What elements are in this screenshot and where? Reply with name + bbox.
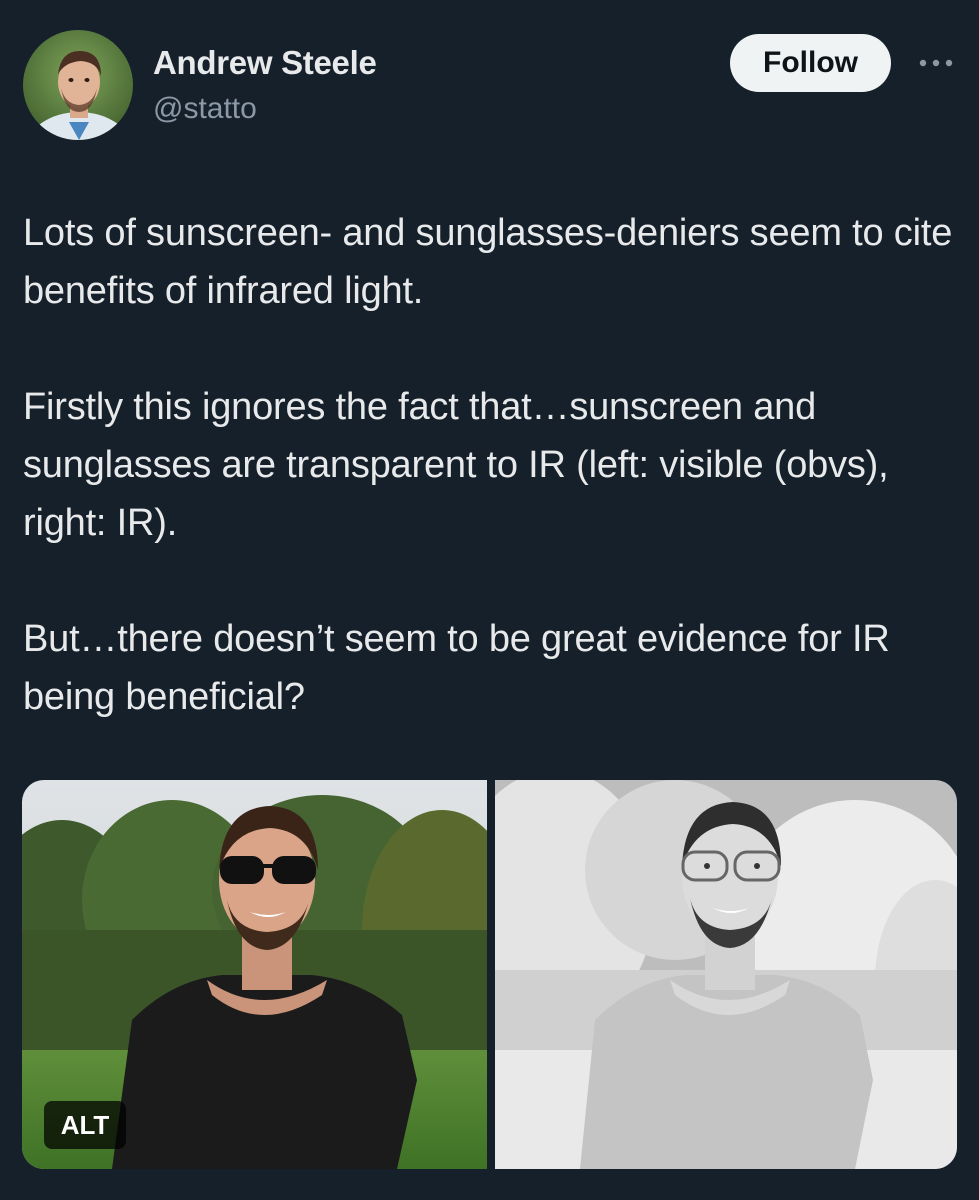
follow-button[interactable]: Follow	[730, 34, 891, 92]
tweet-paragraph: Lots of sunscreen- and sunglasses-denier…	[23, 212, 953, 312]
photo-infrared[interactable]	[495, 780, 957, 1169]
author-name[interactable]: Andrew Steele	[153, 44, 377, 82]
author-handle[interactable]: @statto	[153, 92, 257, 126]
media-grid	[22, 780, 957, 1169]
tweet-text: Lots of sunscreen- and sunglasses-denier…	[23, 204, 963, 784]
alt-text-badge[interactable]: ALT	[44, 1101, 126, 1149]
tweet-paragraph: Firstly this ignores the fact that…sunsc…	[23, 386, 889, 544]
tweet-paragraph: But…there doesn’t seem to be great evide…	[23, 618, 890, 718]
avatar[interactable]	[23, 30, 133, 140]
more-horizontal-icon[interactable]	[914, 48, 958, 78]
